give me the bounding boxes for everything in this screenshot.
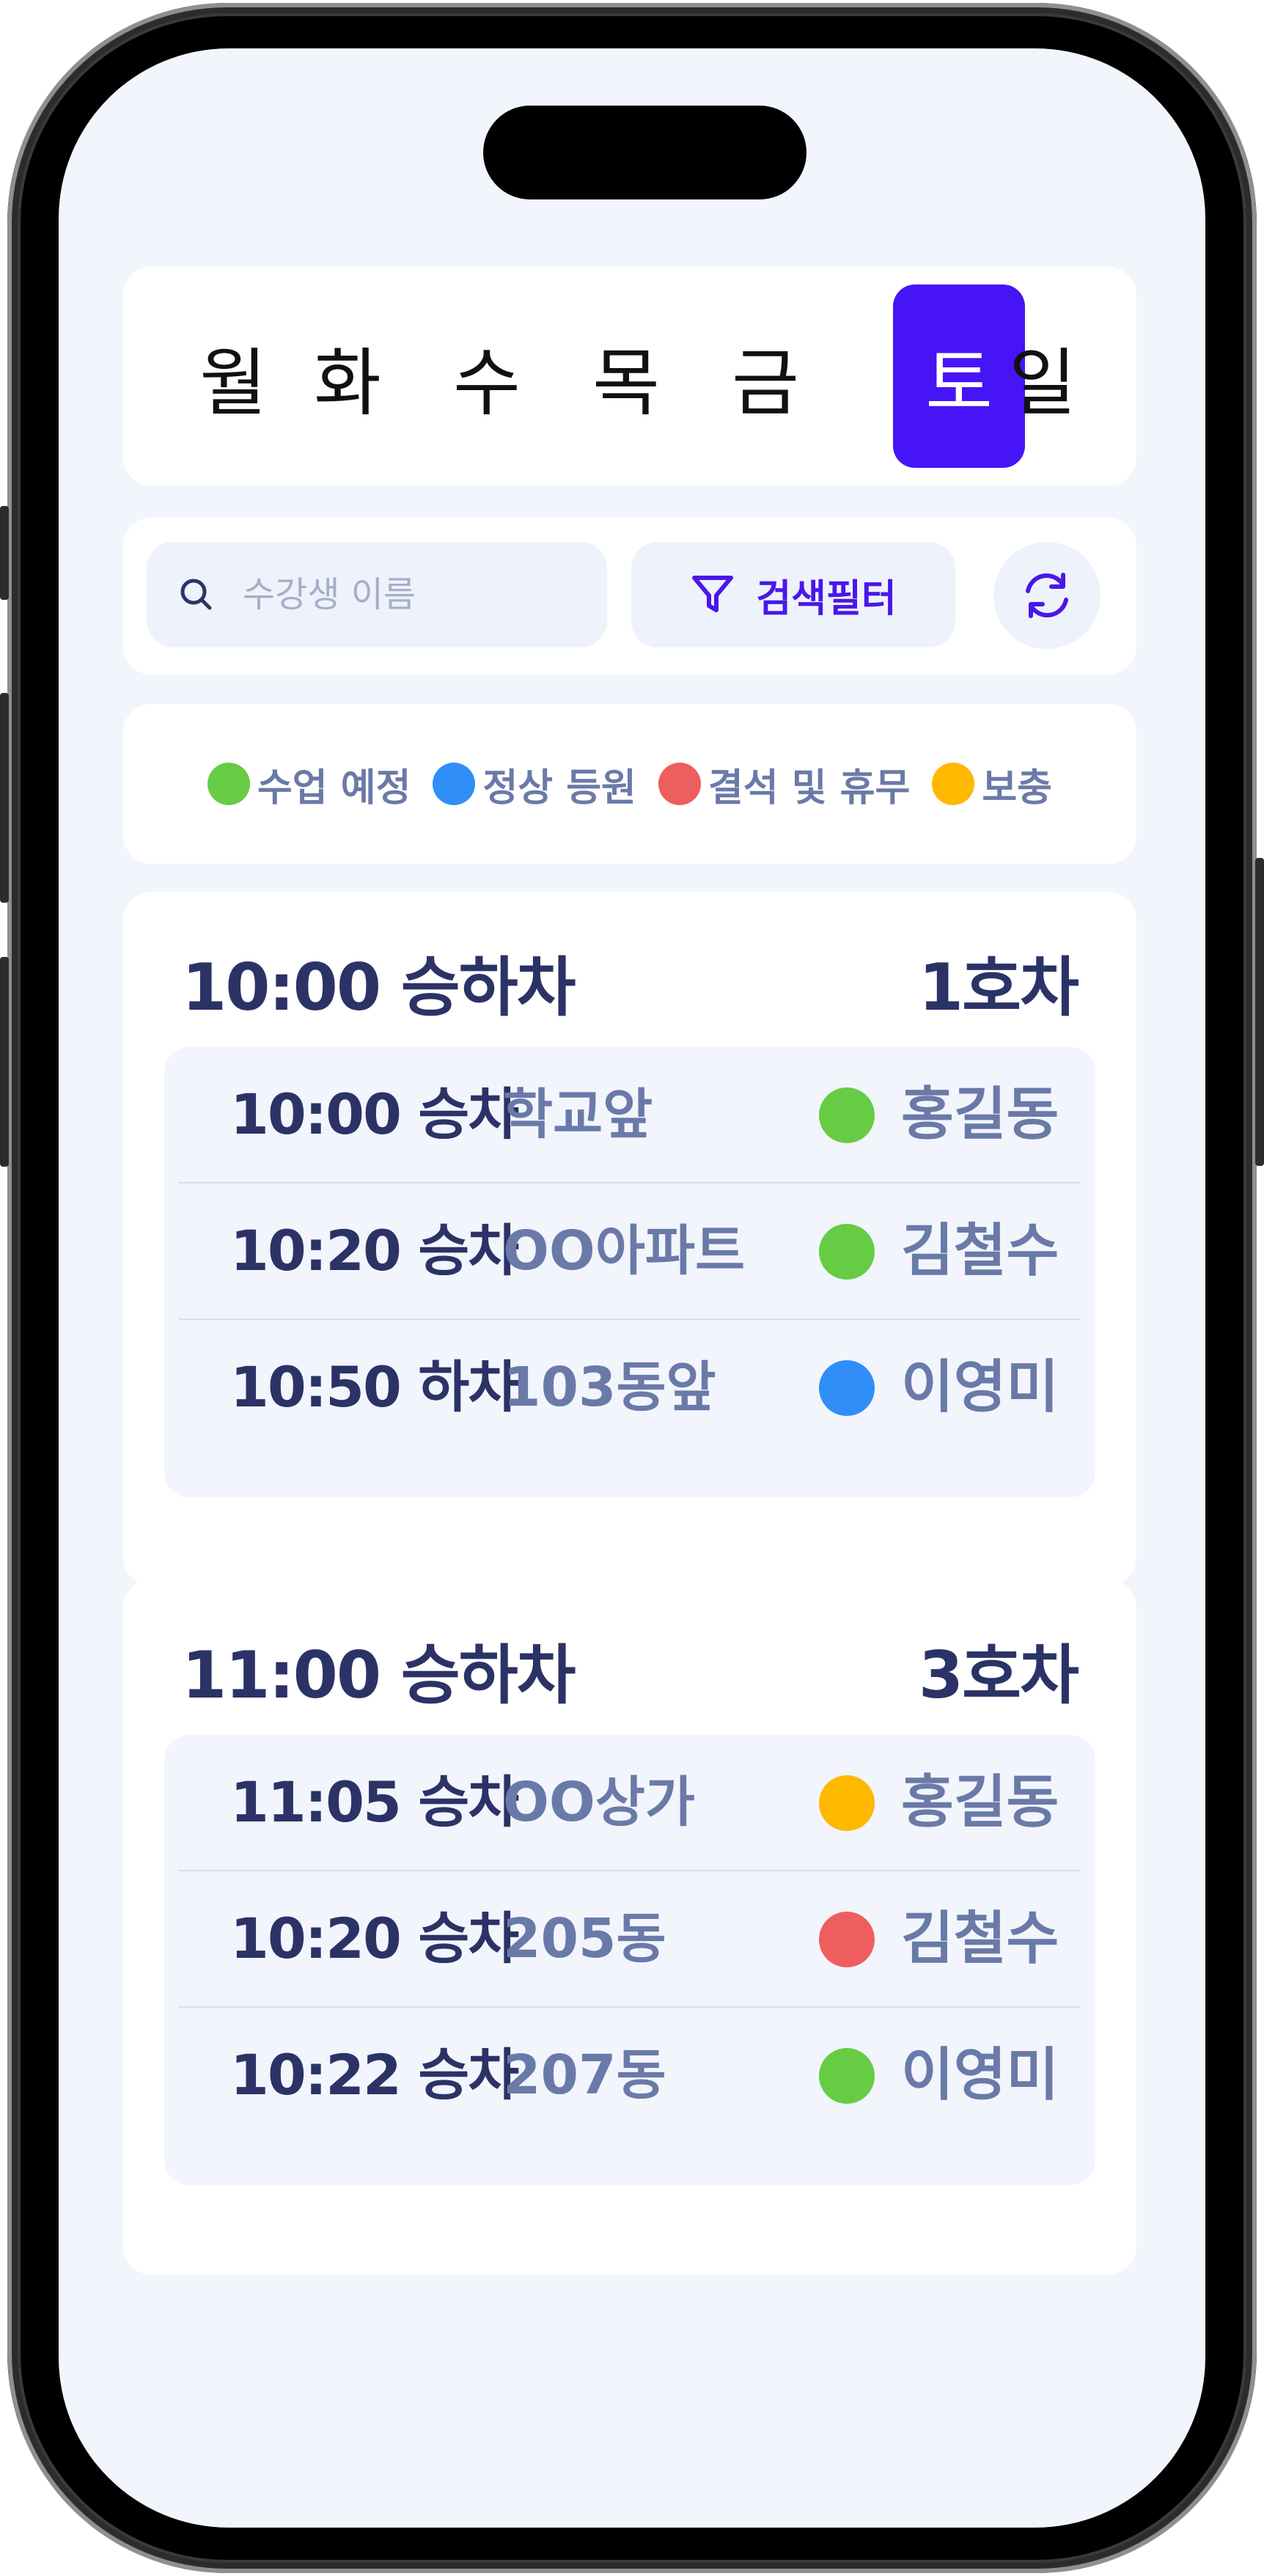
volume-up-button — [0, 693, 9, 903]
schedule-card[interactable]: 10:00 승하차 1호차 10:00 승차 학교앞 홍길동 10:20 승차 … — [123, 892, 1136, 1585]
status-legend: 수업 예정 정상 등원 결석 및 휴무 보충 — [123, 704, 1136, 864]
power-button — [1255, 858, 1264, 1166]
schedule-title: 11:00 승하차 — [182, 1637, 576, 1713]
row-place: 학교앞 — [503, 1083, 653, 1146]
row-place: OO상가 — [503, 1771, 695, 1834]
row-time: 10:22 승차 — [230, 2042, 519, 2107]
status-dot — [658, 763, 701, 805]
schedule-row[interactable]: 10:20 승차 OO아파트 김철수 — [179, 1182, 1081, 1318]
volume-down-button — [0, 957, 9, 1167]
schedule-row[interactable]: 10:20 승차 205동 김철수 — [179, 1870, 1081, 2006]
student-name: 김철수 — [901, 1906, 1059, 1972]
search-bar: 수강생 이름 검색필터 — [123, 518, 1136, 675]
legend-item-attended: 정상 등원 — [433, 757, 636, 812]
row-time: 10:50 하차 — [230, 1354, 519, 1420]
student-name: 김철수 — [901, 1218, 1059, 1284]
vehicle-label: 1호차 — [918, 950, 1079, 1025]
day-selector: 월 화 수 목 금 토 일 — [123, 267, 1136, 485]
schedule-title: 10:00 승하차 — [182, 950, 576, 1025]
status-dot — [819, 1775, 875, 1831]
student-name: 홍길동 — [901, 1082, 1059, 1148]
day-thu[interactable]: 목 — [560, 285, 692, 468]
student-name: 이영미 — [901, 2042, 1059, 2108]
action-button — [0, 506, 9, 600]
student-name: 홍길동 — [901, 1769, 1059, 1835]
row-time: 11:05 승차 — [230, 1769, 519, 1835]
day-sun[interactable]: 일 — [977, 285, 1109, 468]
schedule-row[interactable]: 10:50 하차 103동앞 이영미 — [179, 1318, 1081, 1455]
row-time: 10:20 승차 — [230, 1906, 519, 1971]
dynamic-island — [483, 106, 806, 199]
refresh-icon — [1026, 573, 1068, 618]
legend-label: 보충 — [982, 766, 1053, 810]
schedule-row[interactable]: 10:22 승차 207동 이영미 — [179, 2006, 1081, 2143]
student-name: 이영미 — [901, 1354, 1059, 1420]
refresh-button[interactable] — [993, 542, 1101, 649]
row-time: 10:20 승차 — [230, 1218, 519, 1283]
status-dot — [819, 1912, 875, 1967]
row-place: 205동 — [503, 1907, 666, 1970]
schedule-rows: 11:05 승차 OO상가 홍길동 10:20 승차 205동 김철수 10:2… — [164, 1735, 1095, 2185]
legend-label: 정상 등원 — [482, 766, 636, 810]
legend-label: 결석 및 휴무 — [708, 766, 911, 810]
day-wed[interactable]: 수 — [421, 285, 553, 468]
schedule-row[interactable]: 11:05 승차 OO상가 홍길동 — [179, 1735, 1081, 1870]
legend-label: 수업 예정 — [257, 766, 411, 810]
status-dot — [207, 763, 250, 805]
status-dot — [819, 1224, 875, 1280]
row-place: 103동앞 — [503, 1356, 716, 1419]
search-placeholder: 수강생 이름 — [243, 574, 416, 615]
filter-label: 검색필터 — [756, 576, 897, 621]
day-tue[interactable]: 화 — [282, 285, 414, 468]
row-place: OO아파트 — [503, 1219, 746, 1283]
status-dot — [819, 1087, 875, 1143]
search-icon — [180, 579, 212, 610]
filter-icon — [692, 576, 734, 612]
filter-button[interactable]: 검색필터 — [631, 542, 955, 647]
legend-item-scheduled: 수업 예정 — [207, 757, 411, 812]
status-dot — [932, 763, 975, 805]
status-dot — [819, 2048, 875, 2104]
row-time: 10:00 승차 — [230, 1082, 519, 1147]
vehicle-label: 3호차 — [918, 1637, 1079, 1713]
status-dot — [433, 763, 476, 805]
schedule-rows: 10:00 승차 학교앞 홍길동 10:20 승차 OO아파트 김철수 10:5… — [164, 1047, 1095, 1497]
legend-item-absent: 결석 및 휴무 — [658, 757, 910, 812]
legend-item-makeup: 보충 — [932, 757, 1052, 812]
day-fri[interactable]: 금 — [699, 285, 831, 468]
status-dot — [819, 1360, 875, 1416]
schedule-card[interactable]: 11:00 승하차 3호차 11:05 승차 OO상가 홍길동 10:20 승차… — [123, 1579, 1136, 2275]
schedule-row[interactable]: 10:00 승차 학교앞 홍길동 — [179, 1047, 1081, 1182]
search-input[interactable]: 수강생 이름 — [147, 542, 607, 647]
app-screen: 월 화 수 목 금 토 일 수강생 이름 검색필터 수업 예정 정상 등원 결석… — [59, 48, 1205, 2528]
row-place: 207동 — [503, 2044, 666, 2107]
day-mon[interactable]: 월 — [167, 285, 299, 468]
